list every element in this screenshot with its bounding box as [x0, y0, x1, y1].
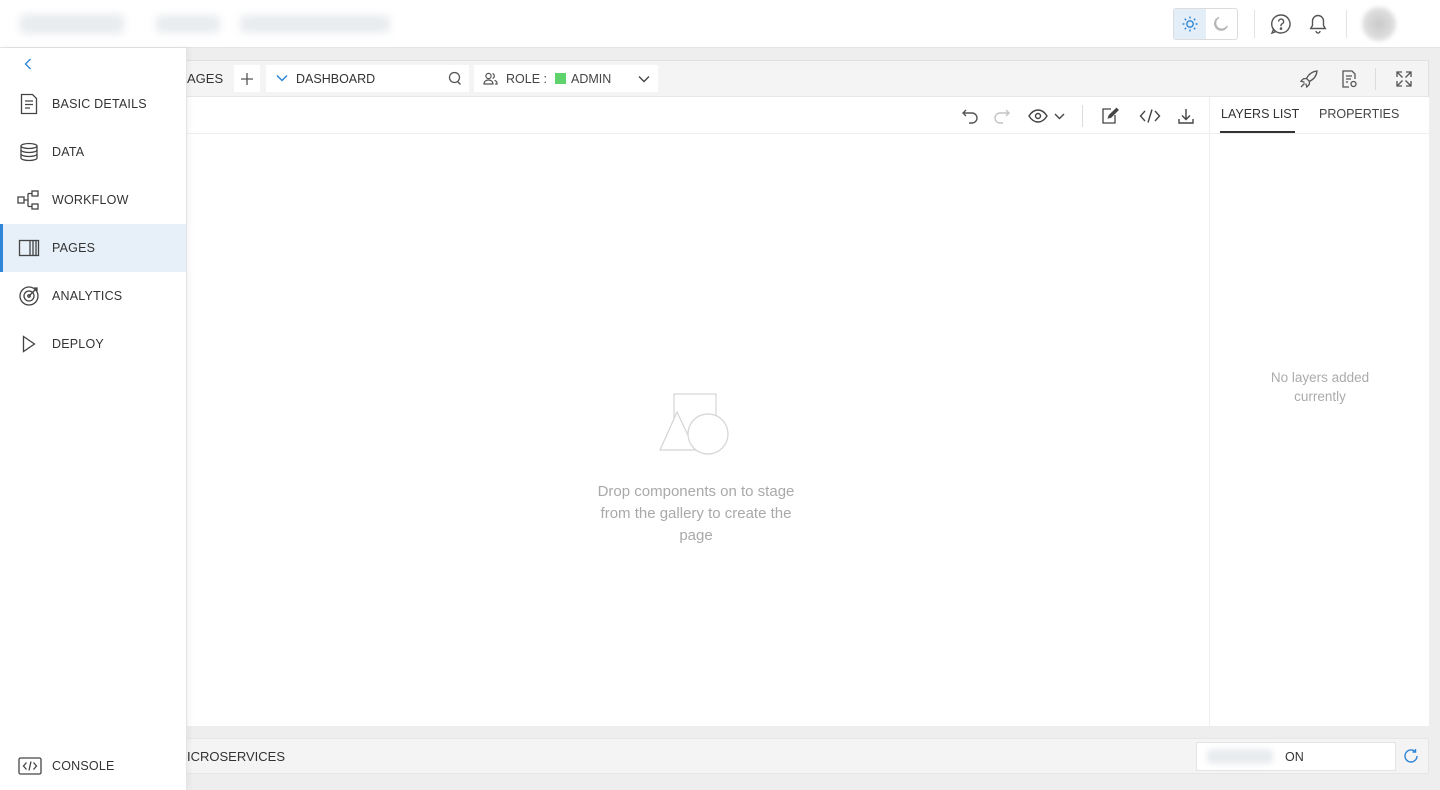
role-value: ADMIN: [571, 71, 612, 86]
workflow-icon: [16, 187, 42, 213]
sidebar-item-label: BASIC DETAILS: [52, 97, 147, 111]
chevron-down-icon: [638, 75, 650, 83]
moon-icon[interactable]: [1206, 9, 1238, 39]
sidebar-item-pages[interactable]: PAGES: [0, 224, 186, 272]
breadcrumb-project[interactable]: [240, 15, 390, 33]
pages-icon: [16, 235, 42, 261]
refresh-icon[interactable]: [1399, 744, 1423, 768]
code-icon[interactable]: [1139, 105, 1161, 127]
target-icon: [16, 283, 42, 309]
sidebar-item-label: CONSOLE: [52, 759, 115, 773]
users-icon: [483, 72, 498, 85]
breadcrumb-app[interactable]: [156, 15, 220, 33]
theme-toggle[interactable]: [1173, 8, 1238, 40]
bottom-bar: ICROSERVICES ON: [160, 738, 1429, 774]
tab-properties[interactable]: PROPERTIES: [1319, 107, 1399, 121]
toolbar-divider: [1375, 68, 1376, 90]
tab-layers-list[interactable]: LAYERS LIST: [1221, 107, 1299, 121]
sidebar-item-label: DATA: [52, 145, 85, 159]
sidebar-item-data[interactable]: DATA: [0, 128, 186, 176]
page-select-value: DASHBOARD: [296, 71, 376, 86]
pages-tab[interactable]: AGES: [187, 71, 223, 86]
chevron-down-icon[interactable]: [1048, 105, 1070, 127]
service-status[interactable]: ON: [1196, 742, 1396, 771]
page-canvas[interactable]: Drop components on to stage from the gal…: [161, 134, 1209, 726]
page-settings-icon[interactable]: [1337, 67, 1361, 91]
sidebar-item-label: WORKFLOW: [52, 193, 129, 207]
role-color-swatch: [555, 73, 566, 84]
console-icon: [17, 753, 43, 779]
sidebar-item-console[interactable]: CONSOLE: [0, 742, 186, 790]
sidebar: BASIC DETAILS DATA WORKFLOW PAGES ANALYT…: [0, 48, 187, 790]
download-icon[interactable]: [1175, 105, 1197, 127]
expand-icon[interactable]: [1392, 67, 1416, 91]
sidebar-item-label: ANALYTICS: [52, 289, 123, 303]
rocket-icon[interactable]: [1297, 67, 1321, 91]
add-page-button[interactable]: [234, 65, 260, 92]
undo-icon[interactable]: [959, 105, 981, 127]
bell-icon[interactable]: [1306, 12, 1330, 36]
status-value: ON: [1285, 749, 1304, 764]
database-icon: [16, 139, 42, 165]
canvas-toolbar: [161, 97, 1209, 134]
empty-stage-icon: [659, 393, 733, 457]
app-logo: [20, 14, 124, 34]
redo-icon[interactable]: [991, 105, 1013, 127]
top-bar: [0, 0, 1440, 48]
role-select[interactable]: ROLE : ADMIN: [474, 65, 658, 92]
sidebar-item-deploy[interactable]: DEPLOY: [0, 320, 186, 368]
eye-icon[interactable]: [1027, 105, 1049, 127]
role-label: ROLE :: [506, 71, 547, 86]
top-divider: [1346, 10, 1347, 38]
plus-icon: [240, 72, 254, 86]
sidebar-item-analytics[interactable]: ANALYTICS: [0, 272, 186, 320]
edit-note-icon[interactable]: [1099, 105, 1121, 127]
layers-panel: LAYERS LIST PROPERTIES No layers added c…: [1209, 97, 1429, 726]
layers-empty-message: No layers added currently: [1270, 370, 1370, 404]
microservices-tab[interactable]: ICROSERVICES: [187, 749, 285, 764]
page-select[interactable]: DASHBOARD: [266, 65, 469, 92]
chevron-down-icon: [276, 74, 288, 82]
chevron-left-icon[interactable]: [18, 54, 38, 74]
canvas-empty-message: Drop components on to stage from the gal…: [597, 483, 795, 544]
sun-icon[interactable]: [1174, 9, 1206, 39]
active-tab-indicator: [1220, 131, 1295, 133]
sidebar-item-label: DEPLOY: [52, 337, 104, 351]
document-icon: [16, 91, 42, 117]
search-icon[interactable]: [448, 71, 462, 86]
top-divider: [1254, 10, 1255, 38]
toolbar-divider: [1082, 105, 1083, 127]
sidebar-item-workflow[interactable]: WORKFLOW: [0, 176, 186, 224]
help-icon[interactable]: [1269, 12, 1293, 36]
page-editor: AGES DASHBOARD ROLE : ADMIN Drop compone…: [160, 60, 1429, 726]
right-panel-tabs: LAYERS LIST PROPERTIES: [1210, 97, 1429, 134]
service-name: [1207, 749, 1273, 764]
avatar[interactable]: [1362, 7, 1396, 41]
sidebar-item-label: PAGES: [52, 241, 96, 255]
editor-toolbar: AGES DASHBOARD ROLE : ADMIN: [161, 61, 1428, 97]
sidebar-item-basic-details[interactable]: BASIC DETAILS: [0, 80, 186, 128]
play-icon: [16, 331, 42, 357]
